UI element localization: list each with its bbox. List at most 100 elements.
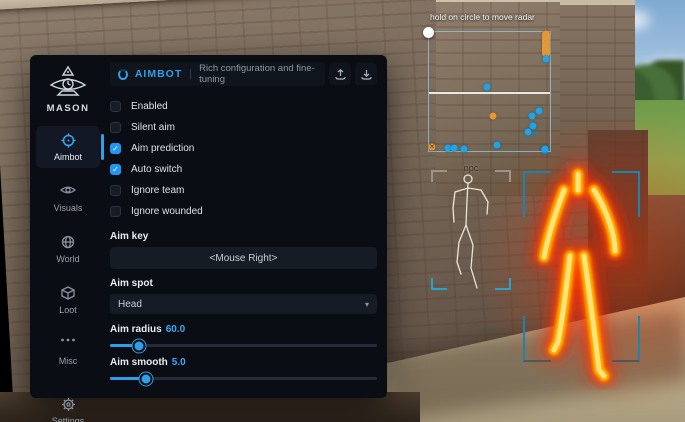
export-config-button[interactable] <box>329 63 351 85</box>
menu-content: AIMBOT | Rich configuration and fine-tun… <box>106 55 387 398</box>
aim-spot-value: Head <box>118 299 365 310</box>
radar-dot-blue <box>450 145 457 152</box>
radar-dot-orange <box>489 113 496 120</box>
box-icon <box>36 286 100 302</box>
aim-smooth-value: 5.0 <box>172 357 186 368</box>
menu-header: AIMBOT | Rich configuration and fine-tun… <box>110 62 377 86</box>
sidebar-item-world[interactable]: World <box>36 228 100 270</box>
skeleton-esp-box: npc <box>431 170 511 290</box>
checkbox-row-ignore-team[interactable]: ✓ Ignore team <box>110 180 377 201</box>
checkbox[interactable]: ✓ <box>110 185 121 196</box>
cheat-menu-panel: MASON Aimbot Visuals <box>30 55 387 398</box>
download-icon <box>361 69 372 80</box>
checkbox-label: Ignore team <box>131 185 184 196</box>
aim-key-label: Aim key <box>110 231 377 242</box>
checkbox-row-enabled[interactable]: ✓ Enabled <box>110 96 377 117</box>
checkbox-label: Auto switch <box>131 164 182 175</box>
slider-label-text: Aim smooth <box>110 357 168 368</box>
sidebar-item-loot[interactable]: Loot <box>36 279 100 321</box>
sidebar-item-label: Visuals <box>36 203 100 213</box>
skeleton-bracket-bottom-right <box>495 278 511 290</box>
spinner-icon <box>118 69 128 80</box>
checkbox-row-aim-prediction[interactable]: ✓ Aim prediction <box>110 138 377 159</box>
sidebar-item-label: World <box>36 254 100 264</box>
eye-icon <box>36 184 100 200</box>
checkbox[interactable]: ✓ <box>110 164 121 175</box>
radar[interactable]: ✕ <box>428 31 551 152</box>
aim-key-button[interactable]: <Mouse Right> <box>110 247 377 269</box>
radar-dot-blue <box>530 123 537 130</box>
aim-spot-label: Aim spot <box>110 278 377 289</box>
aim-radius-value: 60.0 <box>166 324 185 335</box>
radar-dot-blue <box>493 142 500 149</box>
radar-dot-blue <box>543 56 550 63</box>
page-title: AIMBOT <box>135 68 182 80</box>
game-screen: npc hold on circle to move radar ✕ <box>0 0 685 422</box>
sidebar: MASON Aimbot Visuals <box>30 55 106 398</box>
mason-logo-icon <box>46 65 90 101</box>
aim-smooth-slider[interactable] <box>110 377 377 380</box>
skeleton-bracket-bottom-left <box>431 278 447 290</box>
skeleton-bracket-top-right <box>495 170 511 182</box>
import-config-button[interactable] <box>355 63 377 85</box>
sidebar-item-label: Settings <box>36 416 100 422</box>
sidebar-item-visuals[interactable]: Visuals <box>36 177 100 219</box>
checkbox-label: Silent aim <box>131 122 175 133</box>
aim-radius-slider[interactable] <box>110 344 377 347</box>
sidebar-item-label: Aimbot <box>36 152 100 162</box>
checkbox-row-ignore-wounded[interactable]: ✓ Ignore wounded <box>110 201 377 222</box>
checkbox-label: Aim prediction <box>131 143 194 154</box>
brand: MASON <box>30 65 106 114</box>
radar-dot-blue <box>525 129 532 136</box>
slider-knob[interactable] <box>140 372 153 385</box>
esp-bracket-bottom-right <box>612 316 640 362</box>
sidebar-item-misc[interactable]: Misc <box>36 330 100 372</box>
radar-dot-blue <box>529 113 536 120</box>
radar-dot-blue <box>542 145 549 152</box>
checkbox-label: Enabled <box>131 101 168 112</box>
sidebar-item-settings[interactable]: Settings <box>36 390 100 422</box>
slider-knob[interactable] <box>133 339 146 352</box>
check-icon: ✓ <box>112 166 119 174</box>
sidebar-item-label: Misc <box>36 356 100 366</box>
dots-icon <box>36 337 100 353</box>
aim-radius-block: Aim radius 60.0 <box>110 324 377 347</box>
upload-icon <box>335 69 346 80</box>
radar-drag-handle[interactable] <box>423 27 434 38</box>
radar-dot-blue <box>484 84 491 91</box>
radar-xdot-orange: ✕ <box>429 143 436 150</box>
checkbox[interactable]: ✓ <box>110 122 121 133</box>
esp-bracket-bottom-left <box>523 316 551 362</box>
sidebar-item-aimbot[interactable]: Aimbot <box>36 126 100 168</box>
chevron-down-icon: ▾ <box>365 300 369 309</box>
aim-smooth-label: Aim smooth 5.0 <box>110 357 377 368</box>
checkbox[interactable]: ✓ <box>110 206 121 217</box>
gear-icon <box>36 397 100 413</box>
checkbox[interactable]: ✓ <box>110 101 121 112</box>
radar-midline <box>429 92 550 94</box>
crosshair-icon <box>36 133 100 149</box>
page-subtitle: Rich configuration and fine-tuning <box>199 63 317 85</box>
checkbox-label: Ignore wounded <box>131 206 203 217</box>
skeleton-bones <box>431 170 511 290</box>
header-divider: | <box>189 68 192 80</box>
checkbox-row-auto-switch[interactable]: ✓ Auto switch <box>110 159 377 180</box>
brand-name: MASON <box>30 103 106 114</box>
esp-bracket-top-right <box>612 171 640 217</box>
check-icon: ✓ <box>112 145 119 153</box>
slider-label-text: Aim radius <box>110 324 162 335</box>
checkbox-row-silent-aim[interactable]: ✓ Silent aim <box>110 117 377 138</box>
sidebar-item-label: Loot <box>36 305 100 315</box>
checkbox[interactable]: ✓ <box>110 143 121 154</box>
checkbox-list: ✓ Enabled ✓ Silent aim ✓ Aim prediction … <box>110 96 377 222</box>
aim-spot-select[interactable]: Head ▾ <box>110 294 377 314</box>
radar-bar-orange <box>542 31 550 58</box>
aim-smooth-block: Aim smooth 5.0 <box>110 357 377 380</box>
aim-radius-label: Aim radius 60.0 <box>110 324 377 335</box>
header-bar: AIMBOT | Rich configuration and fine-tun… <box>110 62 325 86</box>
radar-dot-blue <box>536 108 543 115</box>
skeleton-bracket-top-left <box>431 170 447 182</box>
globe-icon <box>36 235 100 251</box>
radar-dot-blue <box>461 145 468 152</box>
esp-bracket-top-left <box>523 171 551 217</box>
